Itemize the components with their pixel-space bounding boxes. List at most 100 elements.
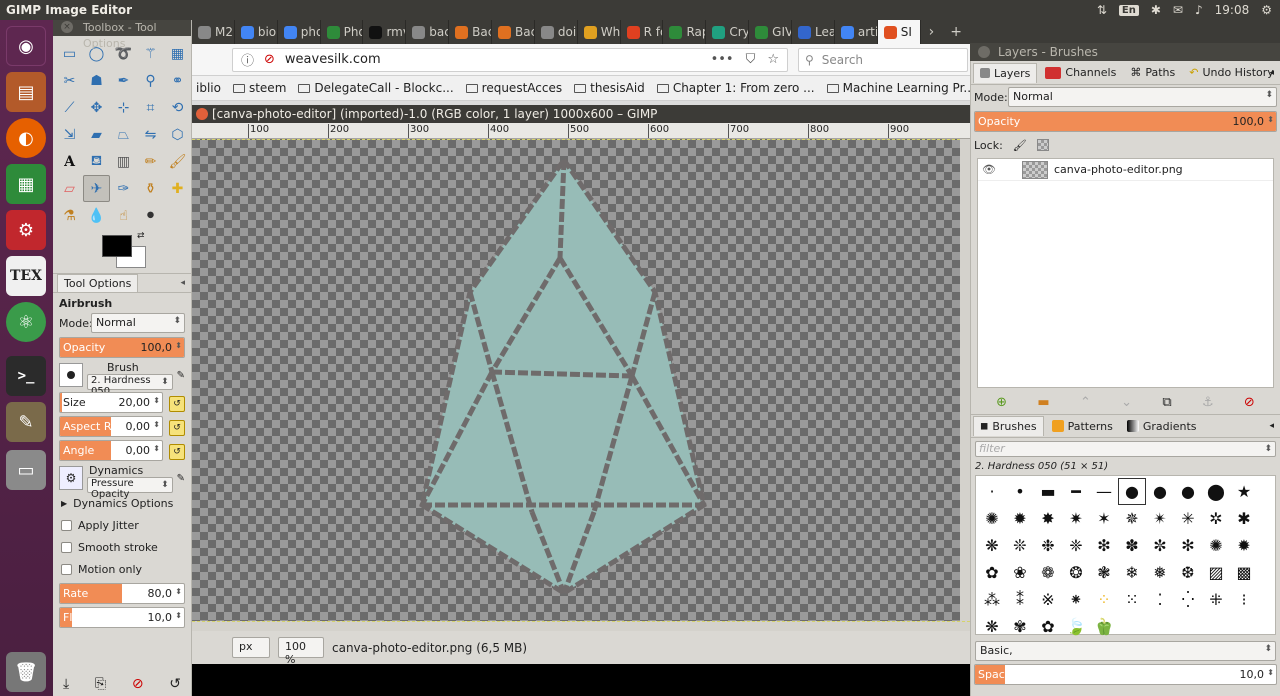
keyboard-layout[interactable]: En	[1118, 4, 1139, 16]
dock-menu-icon[interactable]: ◂	[180, 278, 185, 288]
scissors-icon[interactable]: ✂	[56, 67, 83, 94]
firefox-icon[interactable]: ◐	[6, 118, 46, 158]
scale-icon[interactable]: ⇲	[56, 121, 83, 148]
smooth-stroke-checkbox[interactable]: Smooth stroke	[53, 536, 191, 558]
browser-tab[interactable]: rmv	[363, 20, 407, 44]
browser-tab[interactable]: artis	[835, 20, 878, 44]
mode-select[interactable]: Normal	[91, 313, 185, 333]
brush-cell[interactable]: ※	[1034, 586, 1062, 613]
brush-cell[interactable]: ━	[1062, 478, 1090, 505]
brush-cell[interactable]: ▩	[1230, 559, 1258, 586]
settings-icon[interactable]: ⚙	[6, 210, 46, 250]
spin-arrows-icon[interactable]: ⬍	[153, 396, 160, 405]
brush-cell[interactable]: ❋	[978, 532, 1006, 559]
browser-tab[interactable]: bacteric	[406, 20, 450, 44]
brush-cell[interactable]: ❋	[978, 613, 1006, 640]
spin-arrows-icon[interactable]: ⬍	[175, 611, 182, 620]
browser-tab[interactable]: Phd	[321, 20, 364, 44]
brush-cell[interactable]: ✸	[1034, 505, 1062, 532]
heal-icon[interactable]: ✚	[164, 175, 191, 202]
ink-icon[interactable]: ✑	[110, 175, 137, 202]
layer-mode-select[interactable]: Normal	[1008, 87, 1277, 107]
search-input[interactable]: ⚲ Search	[798, 47, 968, 72]
edit-dynamics-icon[interactable]: ✎	[177, 473, 185, 484]
brush-cell[interactable]: 🍃	[1062, 613, 1090, 640]
perspective-icon[interactable]: ⏢	[110, 121, 137, 148]
volume-icon[interactable]: ♪	[1195, 3, 1203, 17]
browser-tab[interactable]: SI	[877, 20, 921, 44]
browser-tab[interactable]: GIVE	[749, 20, 793, 44]
new-layer-group-icon[interactable]: ▬	[1037, 395, 1049, 410]
tab-layers[interactable]: Layers	[973, 62, 1038, 83]
edit-brush-icon[interactable]: ✎	[177, 370, 185, 381]
brush-cell[interactable]: ✽	[1118, 532, 1146, 559]
brush-select[interactable]: 2. Hardness 050	[87, 373, 173, 397]
tab-channels[interactable]: Channels	[1039, 63, 1122, 82]
brush-cell[interactable]: ⁘	[1090, 586, 1118, 613]
spacing-slider[interactable]: Spacing 10,0 ⬍	[974, 664, 1277, 685]
brush-cell[interactable]: ❄	[1118, 559, 1146, 586]
tab-brushes[interactable]: ◼ Brushes	[973, 416, 1044, 436]
zoom-icon[interactable]: ⚭	[164, 67, 191, 94]
aspect-ratio-slider[interactable]: Aspect Ratio 0,00 ⬍	[59, 416, 163, 437]
tab-undo-history[interactable]: ↶ Undo History	[1183, 63, 1280, 82]
bookmark-star-icon[interactable]: ☆	[767, 52, 779, 67]
flip-icon[interactable]: ⇋	[137, 121, 164, 148]
brush-cell[interactable]: ✷	[1062, 505, 1090, 532]
info-icon[interactable]: ⓘ	[241, 50, 254, 69]
eye-icon[interactable]: 👁	[982, 163, 996, 176]
spin-arrows-icon[interactable]: ⬍	[1267, 668, 1274, 677]
brush-cell[interactable]: ✺	[978, 505, 1006, 532]
brush-filter-input[interactable]: filter	[975, 441, 1276, 457]
brush-cell[interactable]: ⁚	[1146, 586, 1174, 613]
tex-icon[interactable]: TEX	[6, 256, 46, 296]
brush-cell[interactable]: ▨	[1202, 559, 1230, 586]
browser-tab[interactable]: Cryp	[706, 20, 750, 44]
lower-layer-icon[interactable]: ⌄	[1121, 395, 1132, 410]
paths-icon[interactable]: ✒	[110, 67, 137, 94]
drive-icon[interactable]: ▭	[6, 450, 46, 490]
layer-opacity-slider[interactable]: Opacity 100,0 ⬍	[974, 111, 1277, 132]
brush-cell[interactable]: ❂	[1062, 559, 1090, 586]
brush-cell[interactable]: ❅	[1146, 559, 1174, 586]
browser-tab[interactable]: bioin	[235, 20, 278, 44]
browser-tab[interactable]: phd	[278, 20, 321, 44]
more-actions-icon[interactable]: •••	[711, 52, 734, 67]
eraser-icon[interactable]: ▱	[56, 175, 83, 202]
new-layer-icon[interactable]: ⊕	[996, 395, 1007, 410]
brush-cell[interactable]: ●	[1118, 478, 1146, 505]
angle-slider[interactable]: Angle 0,00 ⬍	[59, 440, 163, 461]
tab-gradients[interactable]: Gradients	[1121, 417, 1203, 436]
measure-icon[interactable]: ⟋	[56, 94, 83, 121]
lock-pixels-icon[interactable]: 🖌	[1013, 139, 1027, 152]
brush-cell[interactable]: ✻	[1174, 532, 1202, 559]
brush-preset-select[interactable]: Basic,	[975, 641, 1276, 661]
brush-cell[interactable]: ✴	[1146, 505, 1174, 532]
bluetooth-icon[interactable]: ✱	[1151, 3, 1161, 17]
spin-arrows-icon[interactable]: ⬍	[175, 341, 182, 350]
bookmark-item[interactable]: iblio	[196, 81, 221, 95]
color-picker-icon[interactable]: ⚲	[137, 67, 164, 94]
brush-cell[interactable]: ✿	[978, 559, 1006, 586]
trash-icon[interactable]: 🗑	[6, 652, 46, 692]
dock-menu-icon[interactable]: ◂	[1269, 68, 1274, 78]
clone-icon[interactable]: ⚱	[137, 175, 164, 202]
flow-slider[interactable]: Flow 10,0 ⬍	[59, 607, 185, 628]
brush-cell[interactable]: ✹	[1006, 505, 1034, 532]
mail-icon[interactable]: ✉	[1173, 3, 1183, 17]
vertical-scrollbar[interactable]	[960, 139, 970, 621]
rotate-icon[interactable]: ⟲	[164, 94, 191, 121]
brush-cell[interactable]: ❊	[1006, 532, 1034, 559]
brush-cell[interactable]: ❆	[1174, 559, 1202, 586]
brush-cell[interactable]: ✵	[1118, 505, 1146, 532]
brush-cell[interactable]: ❉	[1034, 532, 1062, 559]
brush-cell[interactable]: ✹	[1230, 532, 1258, 559]
apply-jitter-checkbox[interactable]: Apply Jitter	[53, 514, 191, 536]
brush-cell[interactable]: 🫑	[1090, 613, 1118, 640]
brush-cell[interactable]: ⁜	[1202, 586, 1230, 613]
motion-only-checkbox[interactable]: Motion only	[53, 558, 191, 580]
dynamics-select[interactable]: Pressure Opacity	[87, 476, 173, 500]
tab-paths[interactable]: ⌘ Paths	[1124, 63, 1181, 82]
brush-cell[interactable]: ✾	[1006, 613, 1034, 640]
reset-size-icon[interactable]: ↺	[169, 396, 185, 412]
